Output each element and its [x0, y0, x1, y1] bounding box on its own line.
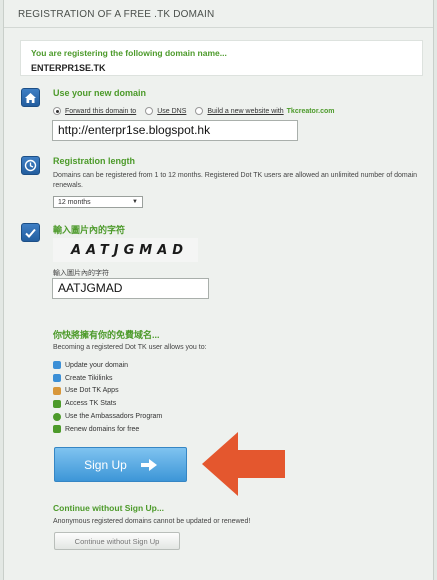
registration-panel: REGISTRATION OF A FREE .TK DOMAIN You ar…: [3, 0, 434, 580]
continue-title: Continue without Sign Up...: [53, 503, 164, 513]
page-header: REGISTRATION OF A FREE .TK DOMAIN: [4, 0, 433, 28]
tkcreator-link[interactable]: Tkcreator.com: [287, 108, 335, 115]
sign-up-button[interactable]: Sign Up: [54, 447, 187, 482]
captcha-image: AATJGMAD: [53, 238, 198, 262]
benefit-list: Update your domain Create Tikilinks Use …: [53, 359, 162, 436]
captcha-input-label: 輸入圖片內的字符: [53, 270, 109, 277]
ambassador-icon: [53, 412, 61, 421]
page-title: REGISTRATION OF A FREE .TK DOMAIN: [18, 9, 215, 20]
renew-icon: [53, 425, 61, 434]
dropdown-arrow-icon: ▼: [132, 199, 138, 205]
domain-intro: You are registering the following domain…: [31, 48, 227, 58]
option-dns-label[interactable]: Use DNS: [157, 108, 186, 115]
option-forward-label[interactable]: Forward this domain to: [65, 108, 136, 115]
benefits-intro: Becoming a registered Dot TK user allows…: [53, 344, 207, 351]
reg-length-selected: 12 months: [58, 198, 91, 206]
captcha-input[interactable]: AATJGMAD: [52, 278, 209, 299]
update-icon: [53, 361, 61, 370]
domain-name: ENTERPR1SE.TK: [31, 63, 106, 73]
domain-summary-box: You are registering the following domain…: [20, 40, 423, 76]
captcha-title: 輸入圖片內的字符: [53, 225, 126, 235]
link-icon: [53, 374, 61, 383]
reg-length-title: Registration length: [53, 156, 136, 166]
stats-icon: [53, 399, 61, 408]
option-build-label[interactable]: Build a new website with: [207, 108, 283, 115]
radio-forward[interactable]: [53, 107, 61, 115]
pointer-arrow-icon: [202, 432, 285, 496]
checkmark-icon: [21, 223, 40, 242]
apps-icon: [53, 386, 61, 395]
forward-url-input[interactable]: http://enterpr1se.blogspot.hk: [52, 120, 298, 141]
use-domain-title: Use your new domain: [53, 88, 147, 98]
sign-up-label: Sign Up: [84, 457, 127, 472]
continue-note: Anonymous registered domains cannot be u…: [53, 518, 251, 525]
list-item: Use Dot TK Apps: [53, 385, 162, 398]
radio-build-website[interactable]: [195, 107, 204, 115]
list-item: Use the Ambassadors Program: [53, 410, 162, 423]
home-icon: [21, 88, 40, 107]
list-item: Renew domains for free: [53, 423, 162, 436]
clock-icon: [21, 156, 40, 175]
continue-without-signup-button[interactable]: Continue without Sign Up: [54, 532, 180, 550]
list-item: Create Tikilinks: [53, 372, 162, 385]
arrow-right-icon: [140, 458, 157, 471]
usage-options: Forward this domain to Use DNS Build a n…: [53, 107, 335, 115]
benefits-title: 你快將擁有你的免費域名...: [53, 330, 160, 340]
reg-length-description: Domains can be registered from 1 to 12 m…: [53, 172, 418, 189]
radio-dns[interactable]: [145, 107, 154, 115]
reg-length-select[interactable]: 12 months ▼: [53, 196, 143, 208]
list-item: Update your domain: [53, 359, 162, 372]
list-item: Access TK Stats: [53, 397, 162, 410]
